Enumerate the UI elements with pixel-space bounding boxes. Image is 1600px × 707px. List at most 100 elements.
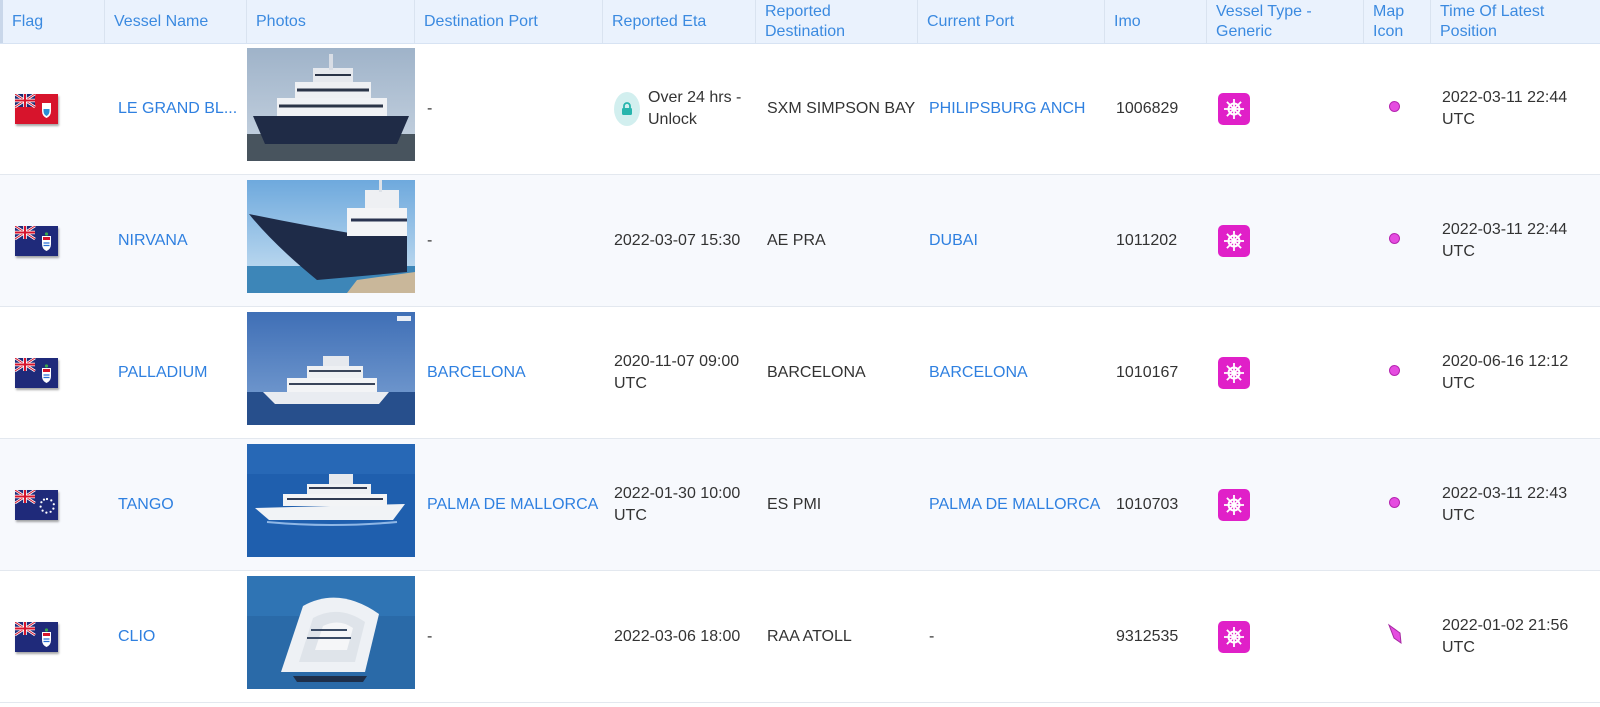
cayman-islands-flag-icon [15,357,58,388]
map-icon-cell [1363,43,1430,174]
padlock-glyph [622,101,632,115]
col-header-vessel-name[interactable]: Vessel Name [104,0,246,43]
ship-wheel-glyph [1224,230,1244,251]
imo-text: 1010167 [1116,363,1179,381]
flag-cell [0,307,104,438]
destination-port-text: - [427,231,433,249]
vessel-name-link[interactable]: LE GRAND BL... [104,43,246,174]
imo-text: 9312535 [1116,627,1179,645]
pleasure-craft-icon [1218,224,1250,257]
ship-wheel-glyph [1224,626,1244,647]
map-icon-cell [1363,307,1430,438]
time-latest-position-text: 2022-03-11 22:44 UTC [1442,220,1568,260]
map-arrow-icon [1387,623,1402,644]
photo-cell[interactable] [246,439,415,570]
time-latest-position-text: 2020-06-16 12:12 UTC [1442,352,1569,392]
destination-port-text: - [427,99,433,117]
col-header-vessel-type[interactable]: Vessel Type - Generic [1206,0,1363,43]
imo-text: 1011202 [1116,231,1178,249]
current-port-link[interactable]: PHILIPSBURG ANCH [917,43,1104,174]
destination-port-link[interactable]: BARCELONA [414,307,602,438]
vessel-name-link[interactable]: TANGO [104,439,246,570]
table-row[interactable]: LE GRAND BL... - Over 24 hrs - Unlock SX… [0,43,1600,175]
reported-destination-text: RAA ATOLL [767,627,852,645]
map-dot-icon [1389,365,1400,376]
map-dot-icon [1389,101,1400,112]
time-latest-position-text: 2022-03-11 22:44 UTC [1442,88,1568,128]
col-header-destination-port[interactable]: Destination Port [414,0,602,43]
photo-cell[interactable] [246,307,415,438]
reported-eta-text: 2022-03-07 15:30 [614,231,741,249]
cook-islands-flag-icon [15,489,58,520]
col-header-map-icon[interactable]: Map Icon [1363,0,1430,43]
flag-cell [0,175,104,306]
vessel-type-cell [1206,43,1363,174]
pleasure-craft-icon [1218,92,1250,125]
photo-cell[interactable] [246,43,415,174]
vessel-name-link[interactable]: PALLADIUM [104,307,246,438]
table-row[interactable]: NIRVANA - 2022-03-07 15:30 AE PRA DUBAI … [0,175,1600,307]
col-header-reported-destination[interactable]: Reported Destination [755,0,917,43]
destination-port-link[interactable]: PALMA DE MALLORCA [414,439,602,570]
photo-cell[interactable] [246,175,415,306]
vessel-table: Flag Vessel Name Photos Destination Port… [0,0,1600,707]
current-port-text: - [929,627,935,645]
reported-destination-text: AE PRA [767,231,826,249]
imo-text: 1006829 [1116,99,1179,117]
vessel-type-cell [1206,571,1363,702]
reported-eta-text: 2022-01-30 10:00 UTC [614,484,741,524]
table-row[interactable]: TANGO PALMA DE MALLORCA 2022-01-30 10:00… [0,439,1600,571]
ship-wheel-glyph [1224,362,1244,383]
imo-text: 1010703 [1116,495,1179,513]
reported-destination-text: BARCELONA [767,363,866,381]
reported-destination-text: ES PMI [767,495,822,513]
table-header: Flag Vessel Name Photos Destination Port… [0,0,1600,44]
col-header-current-port[interactable]: Current Port [917,0,1104,43]
col-header-flag[interactable]: Flag [0,0,104,43]
photo-cell[interactable] [246,571,415,702]
reported-eta-text: 2020-11-07 09:00 UTC [614,352,740,392]
yacht-at-sea-photo[interactable] [247,312,415,425]
ship-wheel-glyph [1224,494,1244,515]
current-port-link[interactable]: BARCELONA [917,307,1104,438]
pleasure-craft-icon [1218,620,1250,653]
vessel-type-cell [1206,307,1363,438]
map-dot-icon [1389,233,1400,244]
destination-port-text: - [427,627,433,645]
eta-unlock-link[interactable]: Over 24 hrs - Unlock [648,87,749,131]
table-row[interactable]: CLIO - 2022-03-06 18:00 RAA ATOLL - 9312… [0,571,1600,703]
flag-cell [0,439,104,570]
time-latest-position-text: 2022-03-11 22:43 UTC [1442,484,1568,524]
vessel-name-link[interactable]: CLIO [104,571,246,702]
cayman-islands-flag-icon [15,225,58,256]
yacht-bow-photo[interactable] [247,180,415,293]
vessel-name-link[interactable]: NIRVANA [104,175,246,306]
superyacht-harbor-photo[interactable] [247,48,415,161]
map-icon-cell [1363,571,1430,702]
pleasure-craft-icon [1218,488,1250,521]
time-latest-position-text: 2022-01-02 21:56 UTC [1442,616,1569,656]
flag-cell [0,571,104,702]
map-icon-cell [1363,439,1430,570]
reported-eta-text: 2022-03-06 18:00 [614,627,741,645]
col-header-imo[interactable]: Imo [1104,0,1206,43]
pleasure-craft-icon [1218,356,1250,389]
vessel-type-cell [1206,439,1363,570]
cayman-islands-flag-icon [15,621,58,652]
reported-destination-text: SXM SIMPSON BAY [767,99,916,117]
col-header-reported-eta[interactable]: Reported Eta [602,0,755,43]
bermuda-flag-icon [15,93,58,124]
current-port-link[interactable]: DUBAI [917,175,1104,306]
yacht-aerial-photo[interactable] [247,576,415,689]
yacht-blue-sea-photo[interactable] [247,444,415,557]
col-header-time-latest-position[interactable]: Time Of Latest Position [1430,0,1600,43]
reported-eta-cell[interactable]: Over 24 hrs - Unlock [602,43,755,174]
vessel-type-cell [1206,175,1363,306]
map-icon-cell [1363,175,1430,306]
map-dot-icon [1389,497,1400,508]
table-row[interactable]: PALLADIUM BARCELONA 2020-11-07 09:00 UTC… [0,307,1600,439]
ship-wheel-glyph [1224,98,1244,119]
lock-icon[interactable] [614,91,640,126]
col-header-photos[interactable]: Photos [246,0,414,43]
current-port-link[interactable]: PALMA DE MALLORCA [917,439,1104,570]
